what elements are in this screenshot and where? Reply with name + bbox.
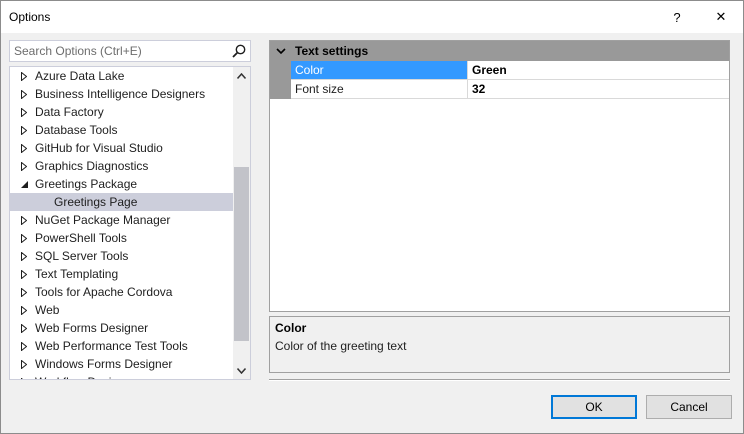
property-value[interactable]: Green [469,61,729,79]
collapse-chevron-icon[interactable] [276,45,286,57]
category-row[interactable]: Text settings [270,41,729,61]
ok-button[interactable]: OK [551,395,637,419]
tree-list: Azure Data Lake Business Intelligence Des… [10,67,233,379]
tree-item-label: Web [35,303,60,317]
options-tree: Azure Data Lake Business Intelligence Des… [9,66,251,380]
collapsed-arrow-icon[interactable] [19,85,29,103]
tree-item[interactable]: Text Templating [10,265,233,283]
tree-item-label: GitHub for Visual Studio [35,141,163,155]
tree-item-label: Graphics Diagnostics [35,159,149,173]
property-row[interactable]: Font size 32 [291,80,729,99]
close-icon: ✕ [715,9,727,24]
tree-item[interactable]: Database Tools [10,121,233,139]
help-icon: ? [673,9,681,25]
tree-item[interactable]: Web Performance Test Tools [10,337,233,355]
window-title: Options [9,10,51,24]
separator [269,379,730,381]
chevron-up-icon [237,72,246,79]
tree-item[interactable]: Windows Forms Designer [10,355,233,373]
property-name[interactable]: Color [291,61,468,79]
tree-item[interactable]: Greetings Package [10,175,233,193]
tree-item-label: Greetings Page [54,195,138,209]
tree-item-label: Windows Forms Designer [35,357,173,371]
property-value[interactable]: 32 [469,80,729,98]
tree-item[interactable]: Data Factory [10,103,233,121]
tree-item-label: Azure Data Lake [35,69,125,83]
tree-item[interactable]: Azure Data Lake [10,67,233,85]
tree-item-label: Data Factory [35,105,104,119]
category-label: Text settings [295,44,369,58]
tree-item[interactable]: Business Intelligence Designers [10,85,233,103]
search-icon[interactable] [231,43,247,59]
tree-item[interactable]: NuGet Package Manager [10,211,233,229]
property-gutter [270,61,291,99]
tree-item[interactable]: Tools for Apache Cordova [10,283,233,301]
scroll-down-button[interactable] [233,362,250,379]
tree-item[interactable]: Greetings Page [10,193,233,211]
tree-item-label: SQL Server Tools [35,249,129,263]
chevron-down-icon [237,367,246,374]
tree-scrollbar[interactable] [233,67,250,379]
tree-item-label: PowerShell Tools [35,231,127,245]
description-title: Color [275,321,307,335]
tree-item-label: Greetings Package [35,177,138,191]
collapsed-arrow-icon[interactable] [19,229,29,247]
tree-item-label: NuGet Package Manager [35,213,171,227]
collapsed-arrow-icon[interactable] [19,121,29,139]
collapsed-arrow-icon[interactable] [19,283,29,301]
collapsed-arrow-icon[interactable] [19,265,29,283]
tree-item[interactable]: Web Forms Designer [10,319,233,337]
collapsed-arrow-icon[interactable] [19,103,29,121]
tree-item[interactable]: PowerShell Tools [10,229,233,247]
collapsed-arrow-icon[interactable] [19,355,29,373]
collapsed-arrow-icon[interactable] [19,373,29,379]
description-pane: Color Color of the greeting text [269,316,730,373]
collapsed-arrow-icon[interactable] [19,319,29,337]
collapsed-arrow-icon[interactable] [19,157,29,175]
tree-item[interactable]: GitHub for Visual Studio [10,139,233,157]
property-row[interactable]: Color Green [291,61,729,80]
title-bar: Options ? ✕ [1,1,743,33]
collapsed-arrow-icon[interactable] [19,301,29,319]
tree-item[interactable]: SQL Server Tools [10,247,233,265]
tree-item-label: Text Templating [35,267,119,281]
property-name[interactable]: Font size [291,80,468,98]
collapsed-arrow-icon[interactable] [19,211,29,229]
options-dialog: Options ? ✕ Azure Data Lake Business Inte… [0,0,744,434]
tree-item-label: Tools for Apache Cordova [35,285,173,299]
collapsed-arrow-icon[interactable] [19,67,29,85]
collapsed-arrow-icon[interactable] [19,247,29,265]
scroll-up-button[interactable] [233,67,250,84]
description-text: Color of the greeting text [275,339,407,353]
tree-item-label: Web Forms Designer [35,321,149,335]
expanded-arrow-icon[interactable] [19,175,29,193]
search-box [9,40,251,62]
tree-item[interactable]: Workflow Designer [10,373,233,379]
close-button[interactable]: ✕ [699,1,743,33]
help-button[interactable]: ? [655,1,699,33]
tree-item-label: Workflow Designer [35,373,135,379]
tree-item-label: Web Performance Test Tools [35,339,188,353]
tree-item[interactable]: Web [10,301,233,319]
tree-item-label: Database Tools [35,123,118,137]
search-input[interactable] [10,41,230,61]
tree-item[interactable]: Graphics Diagnostics [10,157,233,175]
cancel-button[interactable]: Cancel [646,395,732,419]
property-grid: Text settings Color Green Font size 32 [269,40,730,312]
collapsed-arrow-icon[interactable] [19,139,29,157]
collapsed-arrow-icon[interactable] [19,337,29,355]
scroll-thumb[interactable] [234,167,249,341]
tree-item-label: Business Intelligence Designers [35,87,206,101]
